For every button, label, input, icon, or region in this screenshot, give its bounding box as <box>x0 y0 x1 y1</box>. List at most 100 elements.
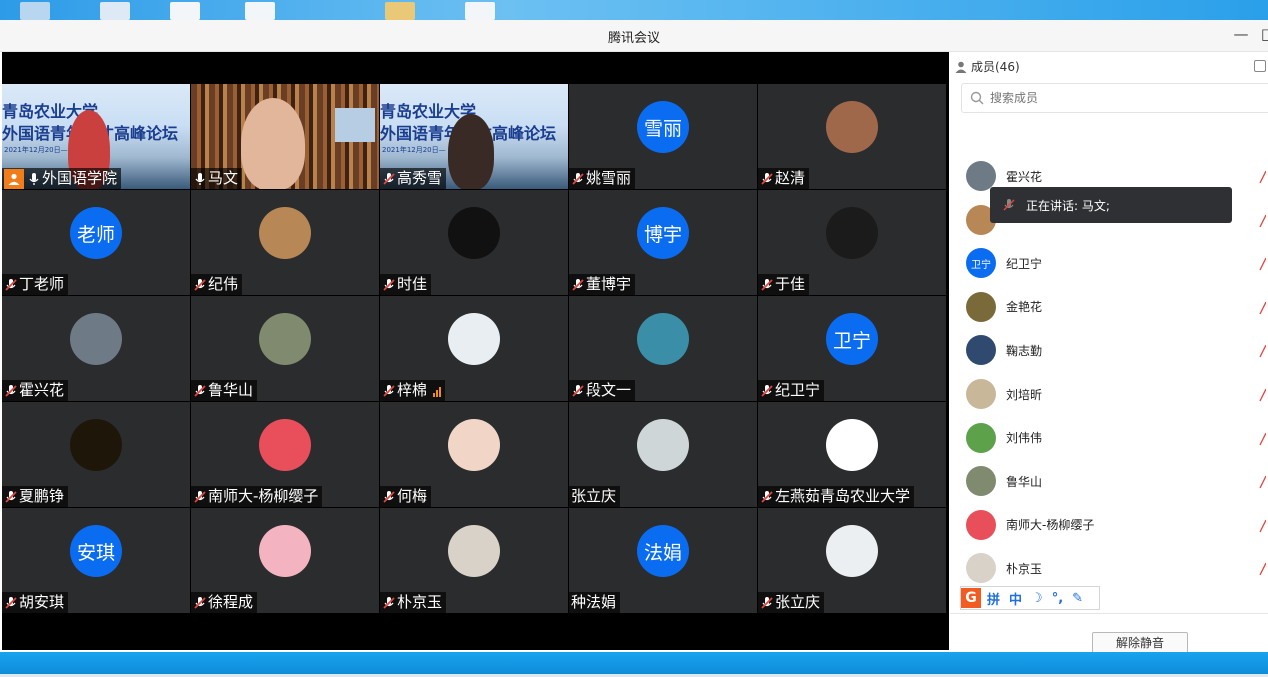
member-row[interactable]: 刘培昕 <box>966 379 1267 409</box>
participant-tile[interactable]: 梓棉 <box>380 296 568 401</box>
participant-nameplate: 董博宇 <box>569 274 636 295</box>
participant-tile[interactable]: 左燕茹青岛农业大学 <box>758 402 946 507</box>
participant-tile[interactable]: 夏鹏铮 <box>2 402 190 507</box>
participant-tile[interactable]: 赵清 <box>758 84 946 189</box>
speaking-text: 正在讲话: 马文; <box>1026 198 1110 213</box>
ime-pinyin[interactable]: 拼 <box>987 589 1000 608</box>
member-row[interactable]: 卫宁 纪卫宁 <box>966 248 1267 279</box>
participant-nameplate: 鲁华山 <box>191 380 258 401</box>
participant-avatar <box>259 313 311 365</box>
member-mic-muted-icon[interactable] <box>1258 561 1267 576</box>
participant-tile[interactable]: 雪丽 姚雪丽 <box>569 84 757 189</box>
participant-tile[interactable]: 张立庆 <box>758 508 946 613</box>
member-row[interactable]: 南师大-杨柳缨子 <box>966 509 1267 540</box>
divider <box>950 613 1268 614</box>
participant-tile[interactable]: 青岛农业大学外国语青年人才高峰论坛2021年12月20日—外国语学院 <box>2 84 190 189</box>
participant-tile[interactable]: 法娟种法娟 <box>569 508 757 613</box>
ime-punct[interactable]: °, <box>1052 591 1063 606</box>
desktop-icon[interactable] <box>100 2 130 20</box>
participant-tile[interactable]: 于佳 <box>758 190 946 295</box>
ime-chinese[interactable]: 中 <box>1009 589 1022 608</box>
ime-moon-icon[interactable]: ☽ <box>1031 591 1043 606</box>
member-mic-muted-icon[interactable] <box>1258 300 1267 315</box>
participant-avatar <box>259 419 311 471</box>
window-title: 腾讯会议 <box>607 31 660 46</box>
participant-nameplate: 高秀雪 <box>380 168 447 189</box>
participant-avatar <box>70 313 122 365</box>
member-row[interactable]: 鞠志勤 <box>966 335 1267 366</box>
participant-nameplate: 何梅 <box>380 486 432 507</box>
participant-tile[interactable]: 卫宁 纪卫宁 <box>758 296 946 401</box>
participant-tile[interactable]: 何梅 <box>380 402 568 507</box>
participant-name: 纪卫宁 <box>775 381 821 399</box>
participant-nameplate: 于佳 <box>758 274 810 295</box>
participant-name: 种法娟 <box>571 593 617 611</box>
mic-muted-icon <box>193 384 207 398</box>
participant-tile[interactable]: 青岛农业大学外国语青年人才高峰论坛2021年12月20日—高秀雪 <box>380 84 568 189</box>
participant-tile[interactable]: 朴京玉 <box>380 508 568 613</box>
member-mic-muted-icon[interactable] <box>1258 169 1267 184</box>
desktop-icon[interactable] <box>385 2 415 20</box>
mic-muted-icon <box>382 490 396 504</box>
participant-nameplate: 张立庆 <box>758 592 825 613</box>
person-icon <box>955 61 967 73</box>
member-row[interactable]: 鲁华山 <box>966 466 1267 497</box>
desktop-icon[interactable] <box>465 2 495 20</box>
participant-nameplate: 外国语学院 <box>2 168 122 189</box>
participant-avatar <box>259 525 311 577</box>
participant-tile[interactable]: 霍兴花 <box>2 296 190 401</box>
desktop-icon[interactable] <box>20 2 50 20</box>
maximize-icon[interactable]: □ <box>1258 25 1268 43</box>
participant-nameplate: 马文 <box>191 168 243 189</box>
participant-tile[interactable]: 鲁华山 <box>191 296 379 401</box>
participant-nameplate: 朴京玉 <box>380 592 447 613</box>
participant-avatar: 老师 <box>70 207 122 259</box>
participant-tile[interactable]: 段文一 <box>569 296 757 401</box>
member-search[interactable] <box>961 83 1268 113</box>
participant-tile[interactable]: 老师 丁老师 <box>2 190 190 295</box>
desktop-top <box>0 0 1268 20</box>
participant-tile[interactable]: 博宇 董博宇 <box>569 190 757 295</box>
participant-tile[interactable]: 徐程成 <box>191 508 379 613</box>
member-mic-muted-icon[interactable] <box>1258 256 1267 271</box>
unmute-button[interactable]: 解除静音 <box>1092 632 1188 654</box>
member-row[interactable]: 刘伟伟 <box>966 422 1267 453</box>
ime-toolbar[interactable]: G 拼 中 ☽ °, ✎ <box>960 586 1100 610</box>
banner-date: 2021年12月20日— <box>382 146 446 154</box>
member-mic-muted-icon[interactable] <box>1258 431 1267 445</box>
participant-avatar <box>448 419 500 471</box>
member-row[interactable]: 朴京玉 <box>966 553 1267 584</box>
member-row[interactable]: 金艳花 <box>966 291 1267 322</box>
mic-muted-icon <box>760 490 774 504</box>
participant-tile[interactable]: 南师大-杨柳缨子 <box>191 402 379 507</box>
participant-name: 何梅 <box>397 487 428 505</box>
member-mic-muted-icon[interactable] <box>1258 213 1267 227</box>
minimize-icon[interactable]: — <box>1231 25 1251 43</box>
member-avatar <box>966 553 996 584</box>
desktop-icon[interactable] <box>245 2 275 20</box>
desktop-icon[interactable] <box>170 2 200 20</box>
member-mic-muted-icon[interactable] <box>1258 518 1267 533</box>
meeting-window: 腾讯会议 — □ 青岛农业大学外国语青年人才高峰论坛2021年12月20日—外国… <box>0 20 1268 654</box>
search-input[interactable] <box>988 90 1268 106</box>
participant-nameplate: 赵清 <box>758 168 810 189</box>
participant-name: 纪伟 <box>208 275 239 293</box>
participant-tile[interactable]: 张立庆 <box>569 402 757 507</box>
member-name: 鲁华山 <box>1006 474 1043 489</box>
participant-name: 徐程成 <box>208 593 254 611</box>
participant-tile[interactable]: 时佳 <box>380 190 568 295</box>
participant-avatar <box>826 207 878 259</box>
participant-avatar: 法娟 <box>637 525 689 577</box>
mic-muted-icon <box>4 596 18 610</box>
participant-tile[interactable]: 马文 <box>191 84 379 189</box>
member-mic-muted-icon[interactable] <box>1258 343 1267 358</box>
participant-tile[interactable]: 安琪 胡安琪 <box>2 508 190 613</box>
ime-wrench-icon[interactable]: ✎ <box>1072 591 1083 606</box>
popout-icon[interactable] <box>1254 60 1266 72</box>
participant-tile[interactable]: 纪伟 <box>191 190 379 295</box>
participant-nameplate: 时佳 <box>380 274 432 295</box>
member-mic-muted-icon[interactable] <box>1258 474 1267 489</box>
member-avatar <box>966 291 996 322</box>
member-mic-muted-icon[interactable] <box>1258 387 1267 402</box>
member-name: 霍兴花 <box>1006 169 1043 184</box>
